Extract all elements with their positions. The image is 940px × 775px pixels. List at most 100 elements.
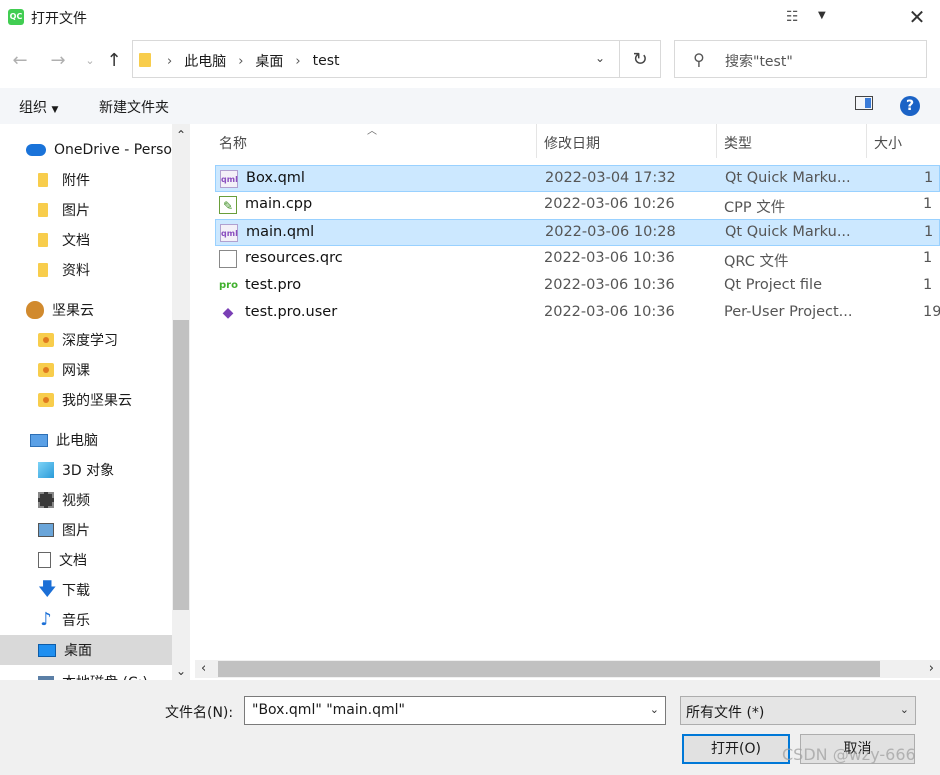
sidebar-item-label: 本地磁盘 (C:): [62, 672, 148, 680]
file-type: Qt Quick Marku...: [725, 224, 851, 240]
arrow-right-icon: →: [50, 50, 66, 71]
horizontal-scrollbar[interactable]: ‹ ›: [195, 660, 940, 678]
sidebar-item-attachments[interactable]: 附件: [38, 165, 90, 195]
sidebar-scroll-thumb[interactable]: [173, 320, 189, 610]
file-type: Per-User Project...: [724, 304, 853, 320]
sidebar-item-videos[interactable]: 视频: [38, 485, 90, 515]
sidebar-scrollbar[interactable]: ⌃ ⌄: [172, 124, 190, 680]
sidebar-item-label: 3D 对象: [62, 463, 115, 479]
preview-pane-icon[interactable]: [855, 96, 873, 110]
back-button[interactable]: ←: [10, 50, 30, 71]
new-folder-button[interactable]: 新建文件夹: [99, 97, 169, 117]
column-date[interactable]: 修改日期: [544, 133, 600, 153]
horizontal-scroll-thumb[interactable]: [218, 661, 880, 677]
arrow-up-icon: ↑: [106, 50, 122, 71]
file-name: main.cpp: [245, 196, 313, 212]
visual-studio-file-icon: ◆: [222, 305, 234, 321]
breadcrumb-item[interactable]: 此电脑: [184, 51, 226, 71]
file-row-main-cpp[interactable]: ✎ main.cpp 2022-03-06 10:26 CPP 文件 1: [215, 192, 940, 219]
recent-locations-button[interactable]: ⌄: [80, 54, 100, 67]
file-size: 1: [924, 224, 934, 240]
cube-icon: [38, 462, 54, 478]
breadcrumb-item[interactable]: 桌面: [255, 51, 283, 71]
sidebar-item-label: 深度学习: [62, 333, 118, 349]
sidebar-item-my-jianguoyun[interactable]: 我的坚果云: [38, 385, 132, 415]
file-size: 1: [924, 170, 934, 186]
dialog-footer: 文件名(N): "Box.qml" "main.qml" ⌄ 所有文件 (*) …: [0, 680, 940, 775]
view-options-button[interactable]: ☷: [786, 9, 799, 25]
breadcrumb-item[interactable]: test: [313, 53, 340, 69]
sync-folder-icon: [38, 363, 54, 377]
breadcrumb: › 此电脑 › 桌面 › test: [161, 51, 340, 71]
up-button[interactable]: ↑: [104, 50, 124, 71]
search-placeholder: 搜索"test": [725, 54, 793, 70]
sort-ascending-icon: ︿: [367, 126, 377, 137]
file-row-test-pro[interactable]: pro test.pro 2022-03-06 10:36 Qt Project…: [215, 273, 940, 300]
sidebar-item-label: 附件: [62, 173, 90, 189]
file-row-main-qml[interactable]: qml main.qml 2022-03-06 10:28 Qt Quick M…: [215, 219, 940, 246]
sidebar-item-deep-learning[interactable]: 深度学习: [38, 325, 118, 355]
file-row-test-pro-user[interactable]: ◆ test.pro.user 2022-03-06 10:36 Per-Use…: [215, 300, 940, 327]
chevron-down-icon[interactable]: ⌄: [650, 703, 659, 716]
forward-button[interactable]: →: [48, 50, 68, 71]
sidebar-item-label: 图片: [62, 523, 90, 539]
search-input[interactable]: ⚲ 搜索"test": [674, 40, 927, 78]
column-divider[interactable]: [716, 124, 717, 158]
sidebar-item-local-disk-c[interactable]: 本地磁盘 (C:): [38, 667, 148, 680]
sidebar-item-documents[interactable]: 文档: [38, 225, 90, 255]
chevron-down-icon: ⌄: [899, 703, 909, 716]
cpp-file-icon: ✎: [219, 196, 237, 214]
refresh-button[interactable]: ↻: [620, 40, 661, 78]
folder-icon: [38, 173, 48, 187]
organize-button[interactable]: 组织 ▼: [19, 97, 58, 117]
sidebar-item-label: 音乐: [62, 613, 90, 629]
column-header: ︿ 名称 修改日期 类型 大小: [195, 124, 940, 158]
file-row-resources-qrc[interactable]: resources.qrc 2022-03-06 10:36 QRC 文件 1: [215, 246, 940, 273]
scroll-down-icon[interactable]: ⌄: [172, 664, 190, 678]
qml-file-icon: qml: [220, 224, 238, 242]
scroll-up-icon[interactable]: ⌃: [172, 128, 190, 142]
filename-input[interactable]: "Box.qml" "main.qml" ⌄: [244, 696, 666, 725]
column-divider[interactable]: [866, 124, 867, 158]
sidebar-item-desktop[interactable]: 桌面: [0, 635, 172, 665]
navigation-pane: OneDrive - Perso 附件 图片 文档 资料 坚果云 深度学习 网课…: [0, 124, 172, 680]
sidebar-item-pictures[interactable]: 图片: [38, 195, 90, 225]
sidebar-item-downloads[interactable]: 🡇 下载: [38, 575, 90, 605]
picture-icon: [38, 523, 54, 537]
column-type[interactable]: 类型: [724, 133, 752, 153]
sidebar-item-label: 此电脑: [56, 433, 98, 449]
help-icon[interactable]: ?: [900, 96, 920, 116]
column-divider[interactable]: [536, 124, 537, 158]
sidebar-item-materials[interactable]: 资料: [38, 255, 90, 285]
sidebar-item-this-pc[interactable]: 此电脑: [30, 425, 98, 455]
file-size: 1: [923, 277, 933, 293]
qt-creator-icon: QC: [8, 9, 24, 25]
sidebar-item-label: 图片: [62, 203, 90, 219]
address-bar[interactable]: › 此电脑 › 桌面 › test ⌄: [132, 40, 620, 78]
column-size[interactable]: 大小: [874, 133, 902, 153]
scroll-right-icon[interactable]: ›: [929, 661, 934, 676]
file-name: Box.qml: [246, 170, 305, 186]
sidebar-item-online-course[interactable]: 网课: [38, 355, 90, 385]
sync-folder-icon: [38, 333, 54, 347]
close-button[interactable]: ✕: [894, 0, 940, 34]
sidebar-item-music[interactable]: ♪ 音乐: [38, 605, 90, 635]
view-options-caret-icon[interactable]: ▼: [818, 10, 826, 21]
computer-icon: [30, 433, 48, 447]
file-type-select[interactable]: 所有文件 (*) ⌄: [680, 696, 916, 725]
file-name: test.pro.user: [245, 304, 338, 320]
file-name: resources.qrc: [245, 250, 343, 266]
desktop-icon: [38, 643, 56, 657]
scroll-left-icon[interactable]: ‹: [201, 661, 206, 676]
sidebar-item-3d-objects[interactable]: 3D 对象: [38, 455, 114, 485]
sidebar-item-jianguoyun[interactable]: 坚果云: [26, 295, 94, 325]
file-name: main.qml: [246, 224, 315, 240]
sidebar-item-pictures-pc[interactable]: 图片: [38, 515, 90, 545]
open-button[interactable]: 打开(O): [682, 734, 790, 764]
column-name[interactable]: 名称: [219, 133, 247, 153]
sidebar-item-documents-pc[interactable]: 文档: [38, 545, 87, 575]
sidebar-item-onedrive[interactable]: OneDrive - Perso: [26, 135, 172, 165]
file-row-box-qml[interactable]: qml Box.qml 2022-03-04 17:32 Qt Quick Ma…: [215, 165, 940, 192]
address-dropdown-button[interactable]: ⌄: [595, 51, 605, 65]
chevron-right-icon: ›: [167, 53, 173, 69]
